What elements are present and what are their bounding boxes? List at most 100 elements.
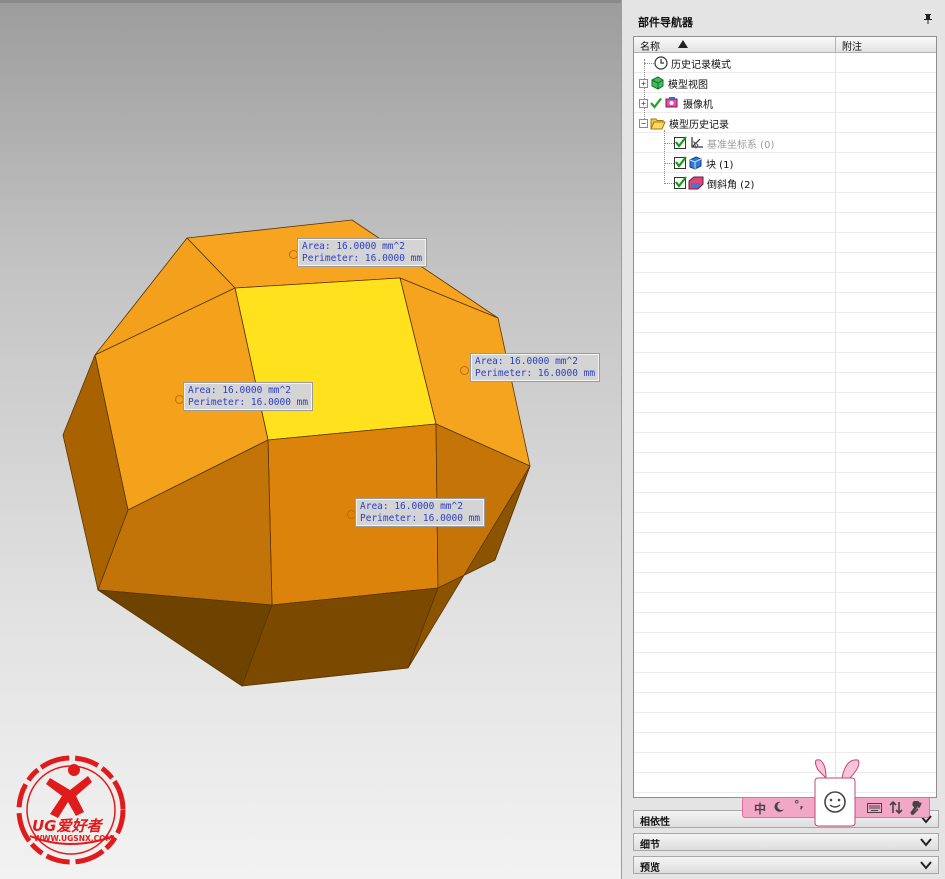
- tree-item-label: 倒斜角 (2): [707, 179, 755, 191]
- ime-bunny-mascot-icon[interactable]: [806, 756, 864, 832]
- tree-grid-row: [634, 692, 936, 693]
- switch-arrows-icon[interactable]: [889, 801, 903, 814]
- tree-grid-row: [634, 352, 936, 353]
- column-gridline: [835, 53, 836, 797]
- collapse-icon[interactable]: −: [639, 118, 648, 128]
- tree-item-label: 块 (1): [706, 159, 734, 171]
- tree-connector: [644, 63, 654, 64]
- half-width-moon-icon[interactable]: [773, 801, 785, 813]
- chevron-down-icon: [920, 861, 932, 870]
- annotation-anchor: [460, 366, 469, 375]
- perimeter-text: Perimeter: 16.0000 mm: [302, 252, 423, 264]
- tree-grid-row: [634, 272, 936, 273]
- tree-item-model-views[interactable]: + 模型视图: [639, 73, 708, 93]
- visibility-checkbox[interactable]: [674, 136, 687, 149]
- folder-open-icon: [650, 118, 666, 129]
- tree-grid-row: [634, 392, 936, 393]
- ugsnx-logo: UG爱好者 WWW.UGSNX.COM: [10, 752, 132, 868]
- perimeter-text: Perimeter: 16.0000 mm: [475, 367, 596, 379]
- pin-icon[interactable]: [922, 13, 934, 25]
- tree-grid-row: [634, 532, 936, 533]
- tree-connector: [664, 130, 665, 184]
- tree-grid-row: [634, 432, 936, 433]
- perimeter-text: Perimeter: 16.0000 mm: [188, 396, 309, 408]
- navigator-tree[interactable]: 名称 附注 历史记录模式 + 模型视图 + 摄像机 − 模型历史记录 基准坐标系…: [633, 36, 937, 798]
- measure-annotation-top[interactable]: Area: 16.0000 mm^2 Perimeter: 16.0000 mm: [298, 239, 427, 266]
- tree-grid-row: [634, 492, 936, 493]
- section-preview[interactable]: 预览: [633, 856, 939, 874]
- section-details[interactable]: 细节: [633, 833, 939, 851]
- column-header-note[interactable]: 附注: [842, 38, 862, 53]
- punctuation-toggle[interactable]: °,: [794, 798, 804, 811]
- tree-grid-row: [634, 592, 936, 593]
- tree-grid-row: [634, 772, 936, 773]
- area-text: Area: 16.0000 mm^2: [188, 385, 291, 396]
- clock-icon: [654, 56, 668, 70]
- chamfer-icon: [688, 176, 704, 190]
- tree-connector: [664, 143, 674, 144]
- soft-keyboard-icon[interactable]: [867, 803, 882, 813]
- measure-annotation-left[interactable]: Area: 16.0000 mm^2 Perimeter: 16.0000 mm: [184, 383, 313, 410]
- block-icon: [689, 156, 702, 170]
- tree-connector: [664, 163, 674, 164]
- measure-annotation-right[interactable]: Area: 16.0000 mm^2 Perimeter: 16.0000 mm: [471, 354, 600, 381]
- measure-annotation-front[interactable]: Area: 16.0000 mm^2 Perimeter: 16.0000 mm: [356, 499, 485, 526]
- column-header-name[interactable]: 名称: [640, 38, 660, 53]
- logo-brand-text: UG爱好者: [32, 817, 102, 835]
- tree-grid-row: [634, 452, 936, 453]
- tree-grid-row: [634, 252, 936, 253]
- tree-grid-row: [634, 792, 936, 793]
- face-top-main: [234, 277, 437, 441]
- logo-graphic: [16, 755, 126, 865]
- annotation-anchor: [347, 510, 356, 519]
- expand-icon[interactable]: +: [639, 78, 648, 88]
- annotation-anchor: [289, 250, 298, 259]
- section-label: 预览: [640, 863, 660, 874]
- chamfered-cube-model[interactable]: [0, 0, 621, 879]
- tree-item-chamfer[interactable]: 倒斜角 (2): [674, 173, 754, 193]
- tree-connector: [664, 183, 674, 184]
- tree-item-cameras[interactable]: + 摄像机: [639, 93, 713, 113]
- graphics-window[interactable]: Area: 16.0000 mm^2 Perimeter: 16.0000 mm…: [0, 0, 621, 879]
- navigator-title: 部件导航器: [638, 16, 693, 29]
- tree-grid-row: [634, 612, 936, 613]
- tree-grid-row: [634, 372, 936, 373]
- annotation-anchor: [175, 395, 184, 404]
- wrench-settings-icon[interactable]: [909, 801, 923, 815]
- tree-item-label: 模型历史记录: [669, 119, 729, 131]
- tree-grid-row: [634, 552, 936, 553]
- tree-grid-row: [634, 712, 936, 713]
- tree-item-label: 基准坐标系 (0): [707, 139, 775, 151]
- model-view-icon: [651, 76, 664, 90]
- tree-item-label: 历史记录模式: [671, 59, 731, 71]
- tree-item-block[interactable]: 块 (1): [674, 153, 733, 173]
- visibility-checkbox[interactable]: [674, 176, 687, 189]
- tree-grid-row: [634, 312, 936, 313]
- tree-item-history-mode[interactable]: 历史记录模式: [654, 53, 731, 73]
- tree-grid-row: [634, 512, 936, 513]
- sort-ascending-icon: [678, 40, 688, 48]
- area-text: Area: 16.0000 mm^2: [475, 356, 578, 367]
- ime-mode-toggle[interactable]: 中: [754, 800, 766, 817]
- tree-item-label: 摄像机: [683, 99, 713, 111]
- tree-grid-row: [634, 752, 936, 753]
- section-label: 相依性: [640, 817, 670, 828]
- tree-grid-row: [634, 632, 936, 633]
- tree-grid-row: [634, 412, 936, 413]
- tree-header: 名称 附注: [634, 37, 936, 53]
- tree-grid-row: [634, 232, 936, 233]
- logo-url-text: WWW.UGSNX.COM: [34, 834, 113, 843]
- expand-icon[interactable]: +: [639, 98, 648, 108]
- tree-item-model-history[interactable]: − 模型历史记录: [639, 113, 729, 133]
- visibility-checkbox[interactable]: [674, 156, 687, 169]
- section-label: 细节: [640, 840, 660, 851]
- area-text: Area: 16.0000 mm^2: [360, 501, 463, 512]
- perimeter-text: Perimeter: 16.0000 mm: [360, 512, 481, 524]
- tree-item-datum-csys[interactable]: 基准坐标系 (0): [674, 133, 774, 153]
- chevron-down-icon: [920, 838, 932, 847]
- datum-csys-icon: [691, 137, 703, 150]
- tree-grid-row: [634, 212, 936, 213]
- tree-grid-row: [634, 572, 936, 573]
- part-navigator-panel: 部件导航器 名称 附注 历史记录模式 + 模型视图 + 摄像机 − 模型历史记录…: [621, 0, 945, 879]
- column-separator[interactable]: [835, 37, 836, 52]
